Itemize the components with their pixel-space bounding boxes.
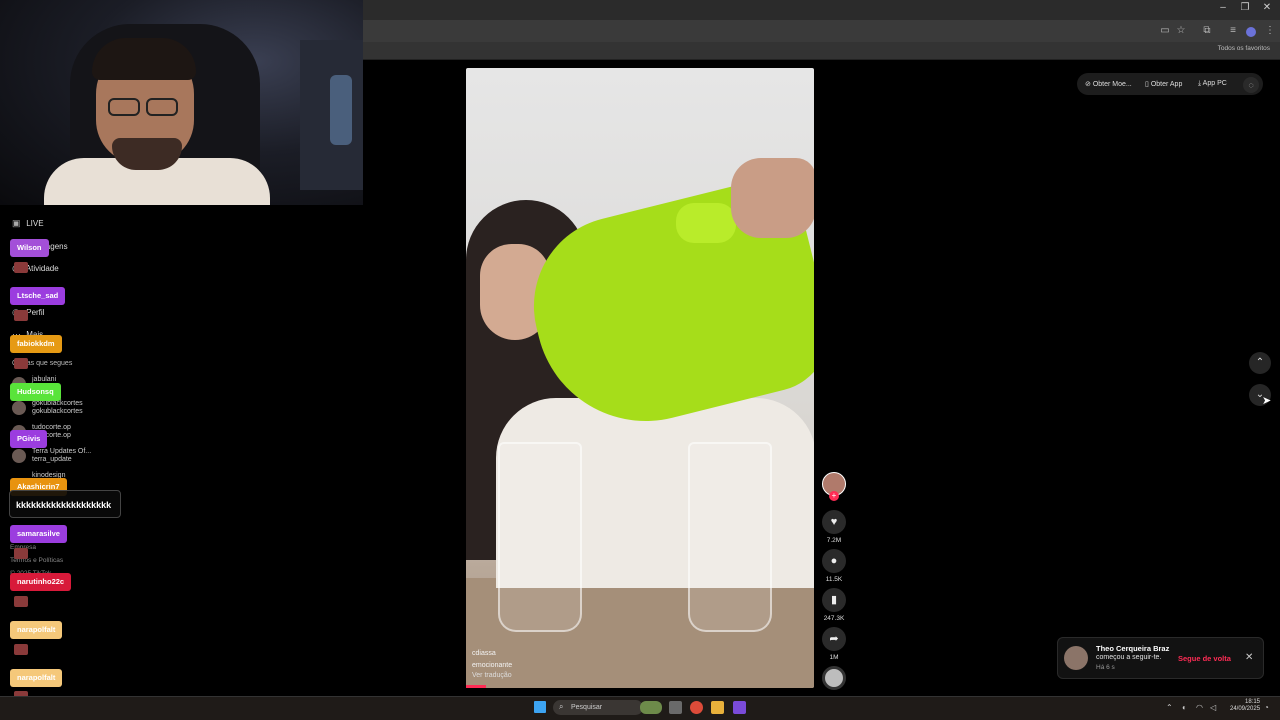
comment-count: 11.5K — [825, 576, 843, 583]
tray-overflow-icon[interactable]: ⌃ — [1166, 703, 1173, 712]
follow-back-button[interactable]: Segue de volta — [1178, 654, 1231, 663]
video-hand — [731, 158, 814, 238]
share-button[interactable]: ➦ — [822, 627, 846, 651]
chat-username: PGivis — [10, 430, 48, 448]
glasses-left-lens — [108, 98, 140, 116]
glasses-right-lens — [146, 98, 178, 116]
streamer-beard — [112, 138, 182, 170]
chat-emote — [14, 548, 28, 559]
comment-icon: ● — [830, 555, 838, 567]
chat-username: Ltsche_sad — [10, 287, 66, 305]
video-pitcher-handle — [676, 203, 736, 243]
music-disc[interactable] — [822, 666, 846, 690]
tab-search-icon[interactable]: ≡ — [1226, 25, 1240, 36]
live-icon: ▣ — [12, 218, 21, 228]
following-avatar[interactable] — [12, 449, 26, 463]
chat-message: kkkkkkkkkkkkkkkkkkk — [9, 490, 121, 518]
chat-username: narapolfalt — [10, 621, 63, 639]
profile-avatar[interactable] — [1246, 27, 1256, 37]
comment-button[interactable]: ● — [822, 549, 846, 573]
extensions-icon[interactable]: ⧉ — [1200, 25, 1214, 36]
following-avatar[interactable] — [12, 401, 26, 415]
volume-icon[interactable]: ◁ — [1210, 703, 1216, 712]
following-item[interactable]: gokublackcortes gokublackcortes — [32, 400, 83, 416]
video-glass-left — [498, 442, 582, 632]
chat-username: Wilson — [10, 239, 49, 257]
background-bottle — [330, 75, 352, 145]
phone-icon: ▯ — [1145, 81, 1149, 88]
wifi-icon[interactable]: ◠ — [1196, 703, 1203, 712]
close-window-button[interactable]: ✕ — [1256, 2, 1278, 13]
all-bookmarks-link[interactable]: Todos os favoritos — [1218, 45, 1270, 52]
chat-emote — [14, 262, 28, 273]
close-notification-button[interactable]: ✕ — [1245, 652, 1253, 663]
notification-avatar[interactable] — [1064, 646, 1088, 670]
see-translation-link[interactable]: Ver tradução — [472, 672, 512, 679]
app-icon[interactable] — [733, 701, 746, 714]
chat-username: Hudsonsq — [10, 383, 61, 401]
like-count: 7.2M — [826, 537, 842, 544]
mouse-cursor-icon: ➤ — [1262, 395, 1272, 407]
save-button[interactable]: ▮ — [822, 588, 846, 612]
search-icon: ⌕ — [559, 702, 564, 711]
chrome-icon[interactable] — [690, 701, 703, 714]
video-player[interactable] — [466, 68, 814, 688]
video-progress-bar[interactable] — [466, 685, 486, 688]
streamer-hair — [92, 38, 196, 80]
video-glass-right — [688, 442, 772, 632]
like-button[interactable]: ♥ — [822, 510, 846, 534]
chat-emote — [14, 644, 28, 655]
file-explorer-icon[interactable] — [711, 701, 724, 714]
following-item[interactable]: Terra Updates Of... terra_update — [32, 448, 91, 464]
download-icon: ⤓ — [1198, 80, 1202, 87]
share-count: 1M — [829, 654, 839, 661]
bookmark-icon: ▮ — [830, 594, 838, 606]
tray-app-icon[interactable]: ◐ — [1182, 703, 1187, 712]
star-bookmark-icon[interactable]: ☆ — [1174, 25, 1188, 36]
heart-icon: ♥ — [830, 516, 838, 528]
share-icon: ➦ — [829, 633, 839, 645]
chat-emote — [14, 310, 28, 321]
chevron-up-icon: ⌃ — [1255, 357, 1265, 368]
notification-time: Há 6 s — [1096, 664, 1115, 671]
previous-video-button[interactable]: ⌃ — [1249, 352, 1271, 374]
browser-menu-icon[interactable]: ⋮ — [1263, 25, 1277, 36]
pc-app-button[interactable]: ⤓ App PC — [1198, 80, 1227, 88]
chat-username: narutinho22c — [10, 573, 72, 591]
widget-icon[interactable] — [640, 701, 662, 714]
video-description: emocionante — [472, 662, 513, 669]
maximize-button[interactable]: ❐ — [1234, 2, 1256, 13]
user-avatar-button[interactable]: ◌ — [1243, 77, 1259, 93]
sidebar-item-live[interactable]: ▣ LIVE — [12, 218, 44, 229]
coin-icon: ⊘ — [1085, 81, 1091, 88]
notification-name[interactable]: Theo Cerqueira Braz — [1096, 644, 1169, 653]
notification-text: começou a seguir-te. — [1096, 654, 1162, 661]
task-view-icon[interactable] — [669, 701, 682, 714]
get-app-button[interactable]: ▯ Obter App — [1145, 80, 1182, 88]
chat-username: narapolfalt — [10, 669, 63, 687]
cast-icon[interactable]: ▭ — [1158, 25, 1172, 36]
webcam-overlay — [0, 0, 363, 205]
chat-emote — [14, 358, 28, 369]
save-count: 247.3K — [823, 615, 845, 622]
video-author[interactable]: cdiassa — [472, 650, 496, 657]
chat-username: samarasilve — [10, 525, 67, 543]
minimize-button[interactable]: – — [1212, 2, 1234, 13]
chat-emote — [14, 596, 28, 607]
taskbar-clock[interactable]: 18:15 24/09/2025 — [1230, 699, 1260, 713]
get-coins-button[interactable]: ⊘ Obter Moe... — [1085, 80, 1132, 88]
notification-bell-icon[interactable]: ◔ — [1264, 703, 1269, 712]
follow-plus-icon[interactable]: + — [829, 491, 839, 501]
windows-start-icon[interactable] — [534, 701, 546, 713]
chat-username: fabiokkdm — [10, 335, 62, 353]
taskbar-search[interactable]: Pesquisar — [553, 700, 643, 715]
